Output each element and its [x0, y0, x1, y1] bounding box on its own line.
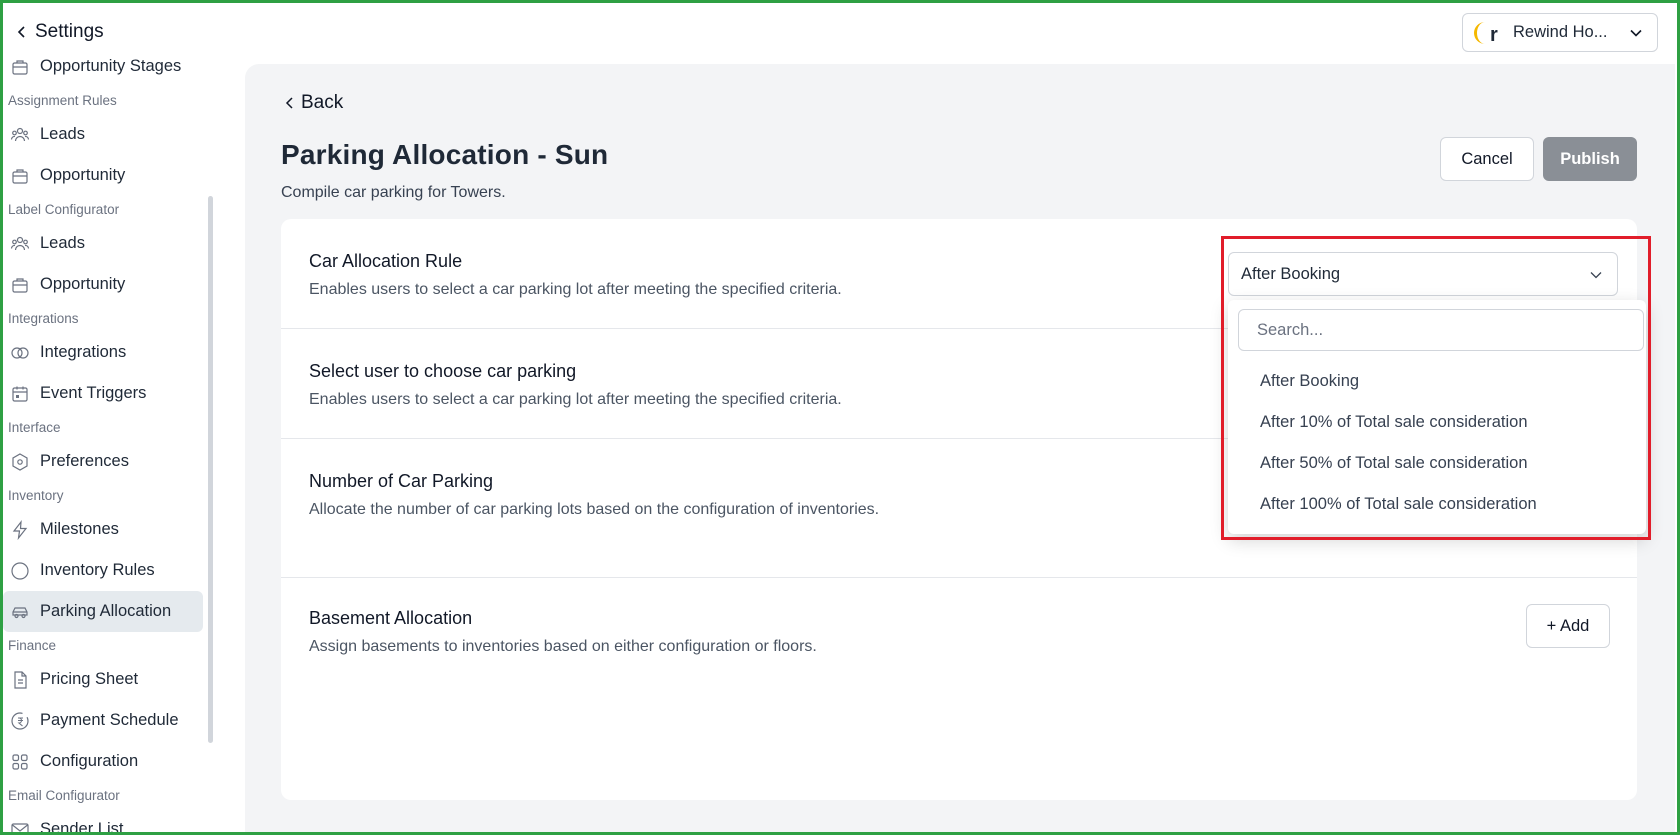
users-icon	[10, 236, 30, 250]
cancel-button[interactable]: Cancel	[1440, 137, 1534, 181]
org-switcher[interactable]: r Rewind Ho...	[1462, 13, 1658, 52]
sidebar-item-opportunity[interactable]: Opportunity	[3, 264, 203, 305]
row-title: Car Allocation Rule	[309, 251, 463, 271]
sidebar-item-opportunity[interactable]: Opportunity	[3, 155, 203, 196]
bolt-icon	[12, 519, 28, 540]
sidebar-section-label: Integrations	[8, 311, 79, 326]
sidebar-section-label: Interface	[8, 420, 61, 435]
sidebar-item-milestones[interactable]: Milestones	[3, 509, 203, 550]
sidebar-section-label: Assignment Rules	[8, 93, 117, 108]
row-description: Enables users to select a car parking lo…	[309, 391, 842, 408]
chevron-down-icon	[1590, 272, 1602, 279]
briefcase-icon	[12, 168, 28, 184]
sidebar-section-label: Email Configurator	[8, 788, 120, 803]
basement-allocation-row: Basement Allocation Assign basements to …	[281, 578, 1637, 800]
row-description: Enables users to select a car parking lo…	[309, 281, 842, 298]
dropdown-search-input[interactable]	[1238, 309, 1644, 351]
sidebar-item-label: Milestones	[40, 520, 119, 538]
settings-title: Settings	[35, 21, 104, 42]
car-icon	[12, 606, 28, 618]
sidebar-item-label: Preferences	[40, 452, 129, 470]
sidebar-item-inventory-rules[interactable]: Inventory Rules	[3, 550, 203, 591]
sidebar-nav: Opportunity Stages Assignment Rules Leads O…	[3, 46, 208, 832]
org-name: Rewind Ho...	[1513, 23, 1608, 41]
calendar-icon	[12, 386, 28, 402]
row-description: Assign basements to inventories based on…	[309, 638, 817, 655]
sidebar-item-label: Sender List	[40, 820, 124, 832]
row-title: Number of Car Parking	[309, 471, 494, 491]
sidebar-item-pricing-sheet[interactable]: Pricing Sheet	[3, 659, 203, 700]
document-icon	[14, 670, 27, 689]
page-subtitle: Compile car parking for Towers.	[281, 184, 506, 201]
users-icon	[10, 127, 30, 141]
dropdown-option[interactable]: After 100% of Total sale consideration	[1260, 495, 1537, 514]
sidebar-item-label: Payment Schedule	[40, 711, 179, 729]
sidebar-item-label: Opportunity Stages	[40, 57, 182, 75]
row-description: Allocate the number of car parking lots …	[309, 501, 880, 518]
sidebar-item-preferences[interactable]: Preferences	[3, 441, 203, 482]
chevron-left-icon	[17, 26, 25, 38]
briefcase-icon	[12, 59, 28, 75]
sidebar-item-configuration[interactable]: Configuration	[3, 741, 203, 782]
car-allocation-rule-select[interactable]: After Booking	[1228, 252, 1618, 296]
back-label: Back	[301, 92, 344, 113]
sidebar-item-label: Parking Allocation	[40, 602, 172, 620]
svg-text:r: r	[1490, 24, 1498, 46]
page-title: Parking Allocation - Sun	[281, 139, 609, 170]
circle-icon	[11, 561, 29, 580]
dropdown-option[interactable]: After 10% of Total sale consideration	[1260, 413, 1528, 432]
sidebar-section-label: Inventory	[8, 488, 64, 503]
mail-icon	[11, 822, 29, 832]
org-logo: r	[1473, 19, 1505, 47]
sidebar-item-label: Opportunity	[40, 275, 126, 293]
sidebar-scrollbar[interactable]	[208, 196, 213, 743]
dropdown-option[interactable]: After 50% of Total sale consideration	[1260, 454, 1528, 473]
sidebar-item-label: Configuration	[40, 752, 139, 770]
sidebar-item-label: Inventory Rules	[40, 561, 155, 579]
grid-icon	[12, 753, 28, 770]
sidebar: Settings Opportunity Stages Assignment Ru…	[3, 3, 215, 832]
row-title: Basement Allocation	[309, 608, 473, 628]
sidebar-item-label: Event Triggers	[40, 384, 147, 402]
select-value: After Booking	[1241, 264, 1341, 283]
sidebar-item-parking-allocation[interactable]: Parking Allocation	[3, 591, 203, 632]
sidebar-item-label: Leads	[40, 234, 85, 252]
publish-button[interactable]: Publish	[1543, 137, 1637, 181]
sidebar-item-event-triggers[interactable]: Event Triggers	[3, 373, 203, 414]
hexagon-icon	[12, 452, 28, 471]
sidebar-item-sender-list[interactable]: Sender List	[3, 809, 203, 832]
settings-back-link[interactable]: Settings	[15, 21, 104, 43]
chevron-left-icon	[285, 97, 293, 109]
sidebar-item-leads[interactable]: Leads	[3, 223, 203, 264]
rule-dropdown-menu: After Booking After 10% of Total sale co…	[1228, 300, 1646, 534]
chevron-down-icon	[1630, 29, 1642, 37]
rings-icon	[11, 346, 29, 359]
rupee-clock-icon	[11, 711, 29, 730]
sidebar-item-label: Opportunity	[40, 166, 126, 184]
sidebar-item-integrations[interactable]: Integrations	[3, 332, 203, 373]
briefcase-icon	[12, 277, 28, 293]
add-basement-button[interactable]: + Add	[1526, 604, 1610, 648]
sidebar-item-payment-schedule[interactable]: Payment Schedule	[3, 700, 203, 741]
sidebar-item-label: Pricing Sheet	[40, 670, 139, 688]
dropdown-option[interactable]: After Booking	[1260, 372, 1359, 391]
sidebar-section-label: Label Configurator	[8, 202, 120, 217]
sidebar-item-label: Integrations	[40, 343, 127, 361]
sidebar-section-label: Finance	[8, 638, 57, 653]
sidebar-item-leads[interactable]: Leads	[3, 114, 203, 155]
sidebar-item-opportunity-stages[interactable]: Opportunity Stages	[3, 46, 203, 87]
row-title: Select user to choose car parking	[309, 361, 577, 381]
sidebar-item-label: Leads	[40, 125, 85, 143]
back-link[interactable]: Back	[283, 92, 343, 114]
